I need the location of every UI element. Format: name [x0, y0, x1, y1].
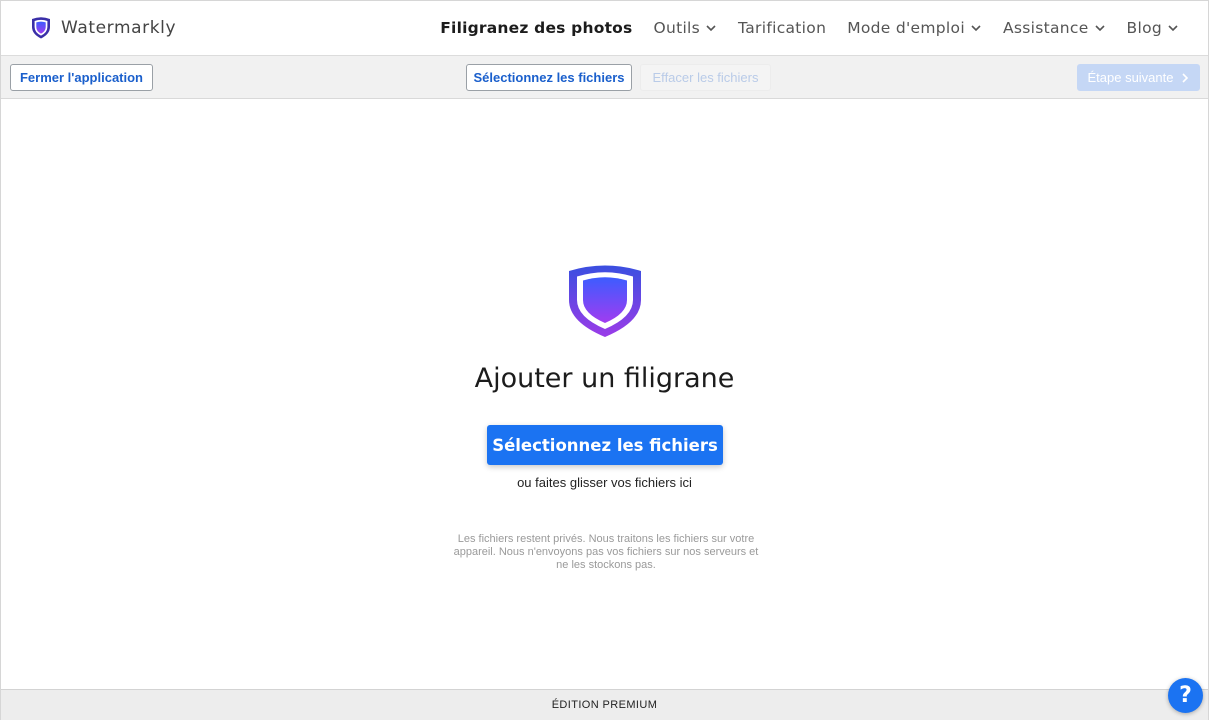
page-title: Ajouter un filigrane: [474, 363, 735, 394]
site-header: Watermarkly Filigranez des photos Outils…: [1, 1, 1208, 56]
main-nav: Filigranez des photos Outils Tarificatio…: [440, 1, 1179, 55]
edition-footer: ÉDITION PREMIUM: [1, 689, 1208, 720]
help-button[interactable]: ?: [1168, 678, 1203, 713]
question-mark-icon: ?: [1179, 683, 1192, 708]
brand[interactable]: Watermarkly: [30, 16, 176, 40]
close-app-button[interactable]: Fermer l'application: [10, 64, 153, 91]
select-files-cta-button[interactable]: Sélectionnez les fichiers: [487, 425, 723, 465]
shield-icon: [569, 265, 641, 337]
brand-name: Watermarkly: [61, 18, 177, 38]
drag-drop-hint: ou faites glisser vos fichiers ici: [517, 475, 692, 490]
next-step-button[interactable]: Étape suivante: [1077, 64, 1200, 91]
select-files-button[interactable]: Sélectionnez les fichiers: [466, 64, 632, 91]
edition-label: ÉDITION PREMIUM: [551, 699, 658, 711]
nav-label: Blog: [1126, 19, 1162, 37]
nav-item-how-to[interactable]: Mode d'emploi: [847, 19, 982, 37]
nav-label: Mode d'emploi: [847, 19, 965, 37]
chevron-down-icon: [706, 25, 716, 32]
nav-label: Filigranez des photos: [440, 19, 633, 37]
privacy-note: Les fichiers restent privés. Nous traito…: [453, 533, 759, 571]
chevron-down-icon: [971, 25, 981, 32]
nav-item-tools[interactable]: Outils: [653, 19, 717, 37]
clear-files-button[interactable]: Effacer les fichiers: [640, 64, 771, 91]
next-step-label: Étape suivante: [1087, 70, 1174, 85]
chevron-down-icon: [1168, 25, 1178, 32]
nav-item-pricing[interactable]: Tarification: [738, 19, 826, 37]
nav-label: Assistance: [1002, 19, 1089, 37]
nav-item-support[interactable]: Assistance: [1003, 19, 1106, 37]
shield-icon: [32, 17, 50, 39]
app-toolbar: Fermer l'application Sélectionnez les fi…: [1, 56, 1208, 99]
nav-item-blog[interactable]: Blog: [1127, 19, 1179, 37]
nav-label: Outils: [653, 19, 701, 37]
chevron-right-icon: [1181, 72, 1188, 83]
drop-zone[interactable]: Ajouter un filigrane Sélectionnez les fi…: [1, 99, 1208, 688]
nav-item-watermark-photos[interactable]: Filigranez des photos: [440, 19, 632, 37]
chevron-down-icon: [1094, 25, 1105, 32]
nav-label: Tarification: [738, 19, 827, 37]
